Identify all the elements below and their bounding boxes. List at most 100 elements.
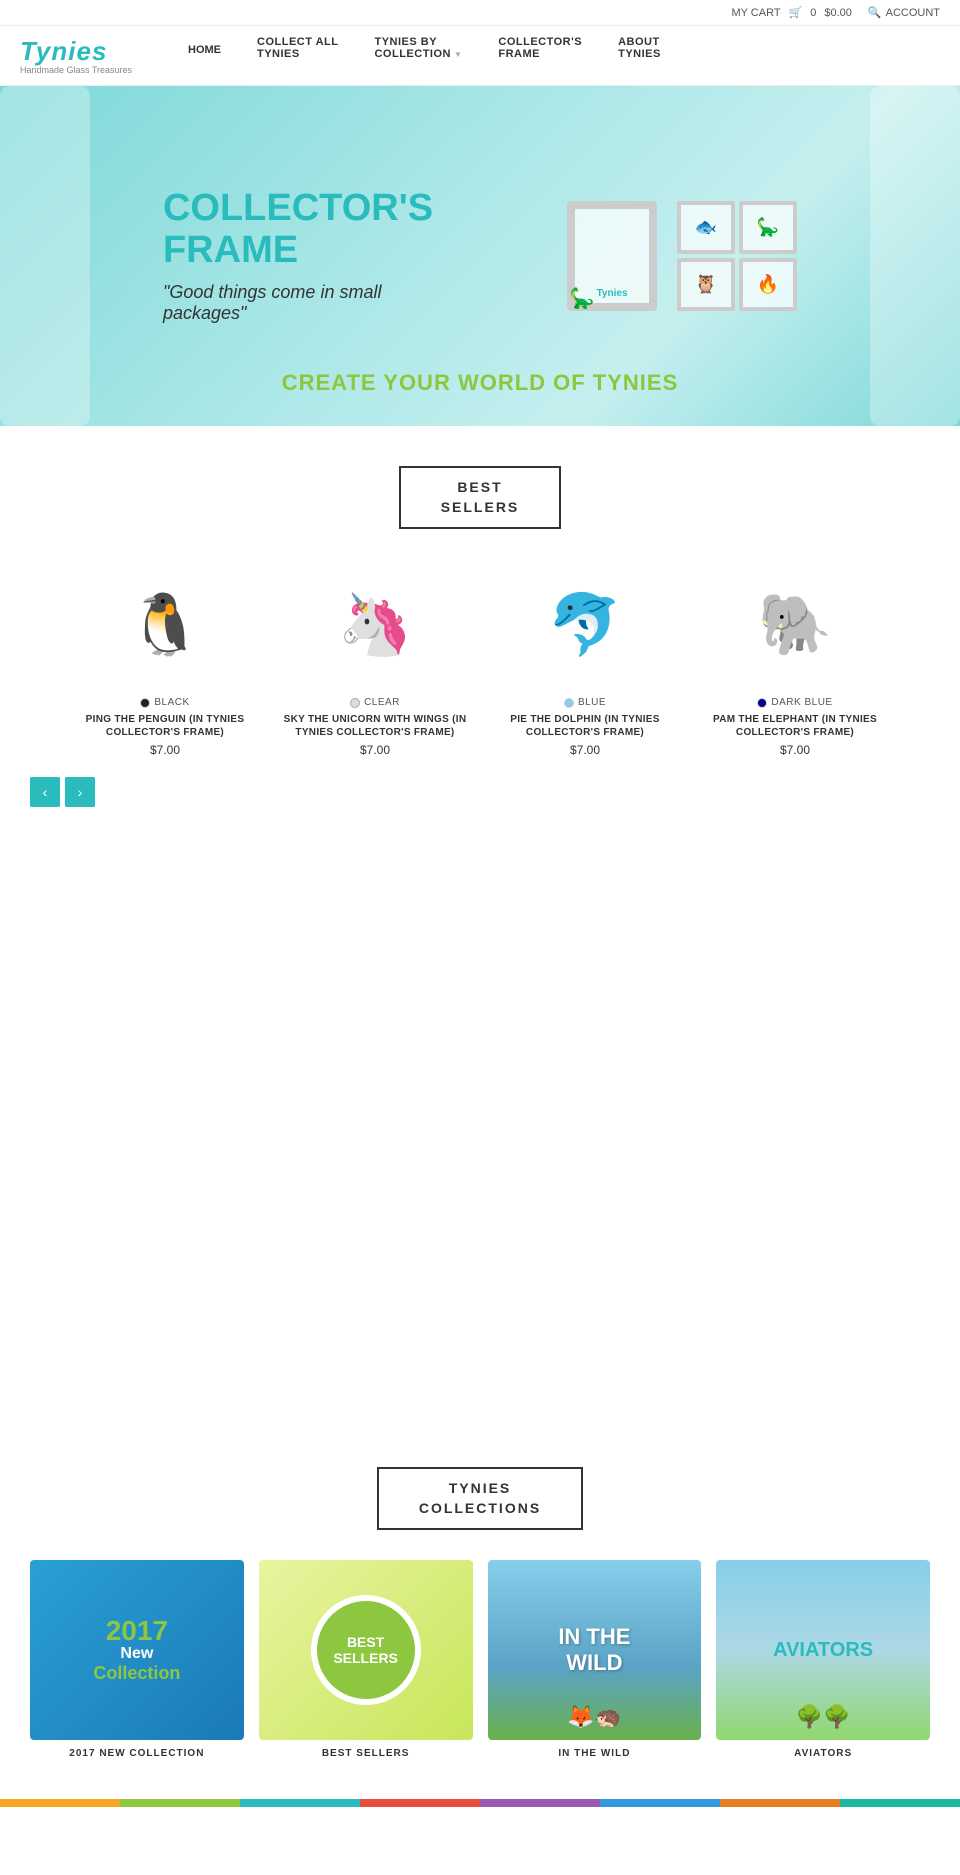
stripe-3 [240,1799,360,1807]
collection-label-2017: 2017 NEW COLLECTION [69,1748,204,1759]
nav-home[interactable]: HOME [170,36,239,64]
collection-2017-year: 2017 [93,1617,180,1645]
collection-label-bestsellers: BEST SELLERS [322,1748,410,1759]
dolphin-emoji: 🐬 [548,589,623,660]
collection-img-wild: IN THEWILD 🦊🦔 [488,1560,702,1740]
collections-title-box: TYNIES COLLECTIONS [377,1467,583,1530]
collection-label-wild: IN THE WILD [558,1748,630,1759]
aviators-text: AVIATORS [773,1638,873,1662]
frame-cell-2: 🦕 [739,201,797,254]
color-label-dark-blue: DARK BLUE [771,697,832,708]
color-dot-clear [350,698,360,708]
product-card-dolphin[interactable]: 🐬 BLUE PIE THE DOLPHIN (IN TYNIES COLLEC… [485,559,685,757]
product-img-elephant: 🐘 [705,559,885,689]
cart-amount: $0.00 [824,7,852,19]
product-name-unicorn: SKY THE UNICORN WITH WINGS (IN TYNIES CO… [275,713,475,739]
aviators-decoration: 🌳🌳 [796,1704,851,1730]
logo-sub: Handmade Glass Treasures [20,65,150,75]
nav-item-tynies-by[interactable]: TYNIES BY COLLECTION ▼ [356,36,480,60]
hero-subtitle: CREATE YOUR WORLD OF TYNIES [282,370,679,396]
carousel-prev-button[interactable]: ‹ [30,777,60,807]
nav: HOME COLLECT ALL TYNIES TYNIES BY COLLEC… [170,36,940,64]
color-dot-blue [564,698,574,708]
color-label-black: BLACK [154,697,189,708]
stripe-5 [480,1799,600,1807]
top-bar: MY CART 🛒 0 $0.00 🔍 ACCOUNT [0,0,960,26]
color-label-blue: BLUE [578,697,606,708]
product-price-unicorn: $7.00 [360,743,390,757]
single-frame: Tynies 🦕 [567,201,657,311]
color-dot-black [140,698,150,708]
cart-icon: 🛒 [789,6,803,19]
logo-text[interactable]: Tynies [20,36,150,67]
wild-text: IN THEWILD [558,1624,630,1677]
search-icon[interactable]: 🔍 [868,6,882,19]
hero-quote: "Good things come in small packages" [163,282,383,324]
color-label-clear: CLEAR [364,697,400,708]
nav-item-collect-all[interactable]: COLLECT ALL TYNIES [239,36,356,60]
dropdown-arrow-icon: ▼ [454,50,462,59]
product-price-elephant: $7.00 [780,743,810,757]
hero-frames: Tynies 🦕 🐟 🦕 🦉 🔥 [567,201,797,311]
stripe-8 [840,1799,960,1807]
product-name-penguin: PING THE PENGUIN (IN TYNIES COLLECTOR'S … [65,713,265,739]
collection-card-bestsellers[interactable]: BESTSELLERS BEST SELLERS [259,1560,473,1759]
frame-cell-1: 🐟 [677,201,735,254]
product-color-unicorn: CLEAR [350,697,400,708]
collection-2017-content: 2017 New Collection [83,1607,190,1694]
nav-dropdown-tynies-by: COLLECTION ▼ [374,48,462,60]
best-sellers-header: BEST SELLERS [0,466,960,529]
hero-title: COLLECTOR'SFRAME [163,188,433,272]
nav-item-collectors[interactable]: COLLECTOR'S FRAME [480,36,600,60]
dino-figure: 🦕 [570,286,595,311]
product-img-unicorn: 🦄 [285,559,465,689]
color-dot-dark-blue [757,698,767,708]
product-color-dolphin: BLUE [564,697,606,708]
product-price-dolphin: $7.00 [570,743,600,757]
stripe-4 [360,1799,480,1807]
hero-right-decoration [870,86,960,426]
product-img-penguin: 🐧 [75,559,255,689]
frame-brand-label: Tynies [597,288,628,299]
logo-area: Tynies Handmade Glass Treasures [20,36,150,75]
product-name-elephant: PAM THE ELEPHANT (IN TYNIES COLLECTOR'S … [695,713,895,739]
penguin-emoji: 🐧 [128,589,203,660]
collection-card-2017[interactable]: 2017 New Collection 2017 NEW COLLECTION [30,1560,244,1759]
cart-info: MY CART 🛒 0 $0.00 [731,6,851,19]
product-color-elephant: DARK BLUE [757,697,832,708]
cart-count: 0 [810,7,816,19]
product-card-elephant[interactable]: 🐘 DARK BLUE PAM THE ELEPHANT (IN TYNIES … [695,559,895,757]
collection-img-2017: 2017 New Collection [30,1560,244,1740]
header: Tynies Handmade Glass Treasures HOME COL… [0,26,960,86]
stripe-2 [120,1799,240,1807]
hero-banner: COLLECTOR'SFRAME "Good things come in sm… [0,86,960,426]
best-sellers-title: BEST SELLERS [441,478,520,517]
wild-animals: 🦊🦔 [567,1704,622,1730]
frame-grid: 🐟 🦕 🦉 🔥 [677,201,797,311]
product-name-dolphin: PIE THE DOLPHIN (IN TYNIES COLLECTOR'S F… [485,713,685,739]
collection-label-aviators: AVIATORS [794,1748,852,1759]
best-sellers-title-box: BEST SELLERS [399,466,562,529]
bestsellers-circle-text: BESTSELLERS [333,1634,398,1668]
bottom-stripe [0,1799,960,1807]
product-card-unicorn[interactable]: 🦄 CLEAR SKY THE UNICORN WITH WINGS (IN T… [275,559,475,757]
frame-cell-4: 🔥 [739,258,797,311]
stripe-6 [600,1799,720,1807]
collection-card-wild[interactable]: IN THEWILD 🦊🦔 IN THE WILD [488,1560,702,1759]
bestsellers-circle: BESTSELLERS [311,1595,421,1705]
carousel-controls: ‹ › [0,777,960,807]
content-spacer [0,827,960,1427]
hero-content: COLLECTOR'SFRAME "Good things come in sm… [96,188,864,324]
carousel-next-button[interactable]: › [65,777,95,807]
unicorn-emoji: 🦄 [338,589,413,660]
products-row: 🐧 BLACK PING THE PENGUIN (IN TYNIES COLL… [0,559,960,757]
account-link[interactable]: 🔍 ACCOUNT [868,6,940,19]
product-price-penguin: $7.00 [150,743,180,757]
account-label[interactable]: ACCOUNT [886,7,940,19]
collection-img-bestsellers: BESTSELLERS [259,1560,473,1740]
collection-2017-new: New [93,1645,180,1663]
product-card-penguin[interactable]: 🐧 BLACK PING THE PENGUIN (IN TYNIES COLL… [65,559,265,757]
collections-header: TYNIES COLLECTIONS [30,1467,930,1530]
nav-item-about[interactable]: ABOUT TYNIES [600,36,679,60]
collection-card-aviators[interactable]: AVIATORS 🌳🌳 AVIATORS [716,1560,930,1759]
